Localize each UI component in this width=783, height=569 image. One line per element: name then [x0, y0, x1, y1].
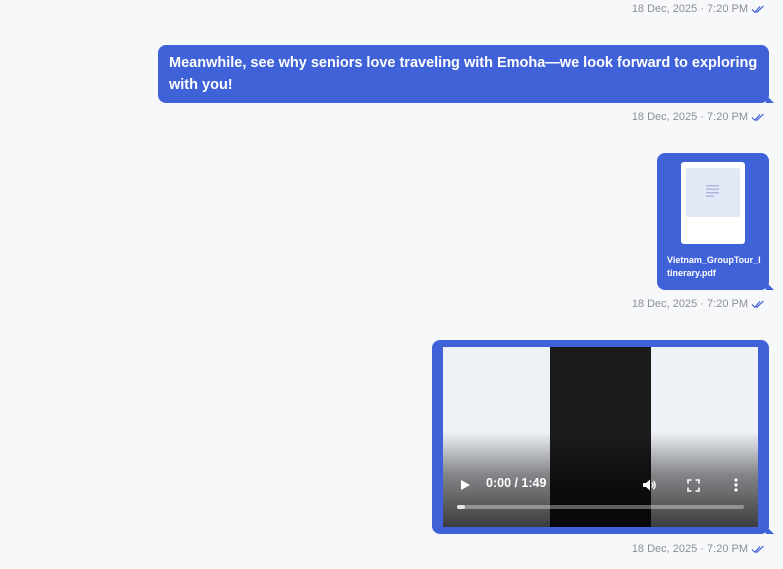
play-icon[interactable]	[457, 477, 473, 493]
document-icon	[706, 185, 719, 197]
more-vertical-icon[interactable]	[729, 477, 743, 493]
fullscreen-icon[interactable]	[685, 477, 701, 493]
message-bubble-video: 0:00 / 1:49	[432, 340, 774, 534]
volume-icon[interactable]	[640, 476, 658, 494]
message-timestamp: 18 Dec, 2025 · 7:20 PM	[631, 3, 748, 15]
message-meta: 18 Dec, 2025 · 7:20 PM	[632, 543, 765, 555]
message-bubble-file[interactable]: Vietnam_GroupTour_Itinerary.pdf	[657, 153, 774, 290]
message-text: Meanwhile, see why seniors love travelin…	[169, 55, 758, 93]
file-name[interactable]: Vietnam_GroupTour_Itinerary.pdf	[667, 254, 763, 280]
video-progress-bar[interactable]	[457, 505, 744, 509]
video-player[interactable]: 0:00 / 1:49	[443, 347, 758, 527]
message-bubble-text[interactable]: Meanwhile, see why seniors love travelin…	[158, 45, 774, 103]
double-check-icon	[751, 5, 765, 14]
double-check-icon	[751, 300, 765, 309]
message-timestamp: 18 Dec, 2025 · 7:20 PM	[631, 111, 748, 123]
message-timestamp: 18 Dec, 2025 · 7:20 PM	[631, 543, 748, 555]
double-check-icon	[751, 113, 765, 122]
message-meta: 18 Dec, 2025 · 7:20 PM	[632, 3, 765, 15]
file-preview[interactable]	[681, 162, 745, 244]
double-check-icon	[751, 545, 765, 554]
video-time-display: 0:00 / 1:49	[486, 476, 547, 490]
video-progress-fill	[457, 505, 465, 509]
message-meta: 18 Dec, 2025 · 7:20 PM	[632, 298, 765, 310]
file-thumbnail	[686, 168, 740, 217]
message-timestamp: 18 Dec, 2025 · 7:20 PM	[631, 298, 748, 310]
chat-thread: 18 Dec, 2025 · 7:20 PM Meanwhile, see wh…	[0, 0, 783, 569]
message-meta: 18 Dec, 2025 · 7:20 PM	[632, 111, 765, 123]
